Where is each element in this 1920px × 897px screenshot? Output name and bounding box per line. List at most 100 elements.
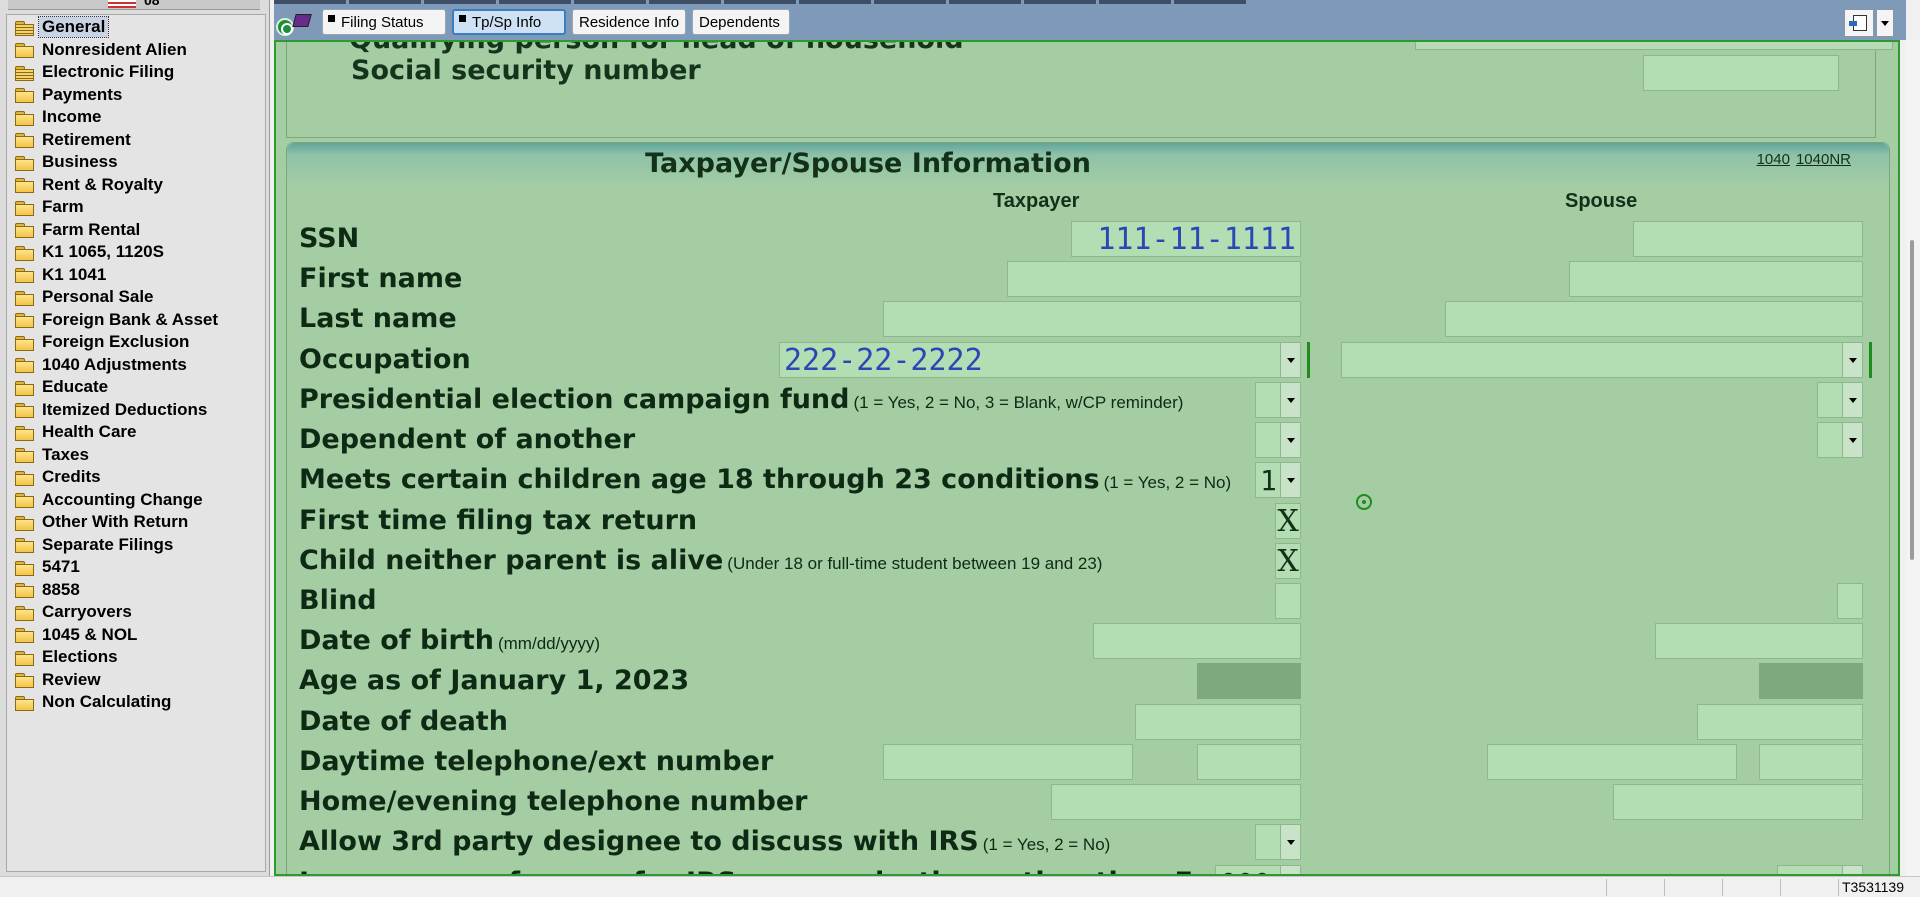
- sidebar-item-label: Separate Filings: [42, 534, 174, 554]
- sidebar-item-income[interactable]: Income: [7, 106, 265, 129]
- sidebar-item-label: Personal Sale: [42, 287, 154, 307]
- third-party-designee-combo[interactable]: [1255, 824, 1301, 860]
- sidebar-item-separate-filings[interactable]: Separate Filings: [7, 534, 265, 557]
- hoh-ssn-input[interactable]: [1643, 55, 1839, 91]
- qualifying-person-field[interactable]: [1415, 42, 1893, 50]
- folder-icon: [15, 448, 34, 464]
- first-time-filing-checkbox[interactable]: X: [1275, 503, 1301, 539]
- spouse-dob-input[interactable]: [1655, 623, 1863, 659]
- sidebar-item-carryovers[interactable]: Carryovers: [7, 601, 265, 624]
- sidebar-item-1040-adjustments[interactable]: 1040 Adjustments: [7, 354, 265, 377]
- sidebar-item-educate[interactable]: Educate: [7, 376, 265, 399]
- tab-residence-info[interactable]: Residence Info: [572, 9, 686, 35]
- sidebar-item-1045-nol[interactable]: 1045 & NOL: [7, 624, 265, 647]
- taxpayer-blind-checkbox[interactable]: [1275, 583, 1301, 619]
- taxpayer-language-combo[interactable]: 000: [1215, 865, 1301, 874]
- link-1040nr[interactable]: 1040NR: [1796, 151, 1851, 168]
- sidebar-item-8858[interactable]: 8858: [7, 579, 265, 602]
- link-1040[interactable]: 1040: [1757, 151, 1790, 168]
- sidebar-item-personal-sale[interactable]: Personal Sale: [7, 286, 265, 309]
- sidebar-item-nonresident-alien[interactable]: Nonresident Alien: [7, 39, 265, 62]
- taxpayer-phone-ext-input[interactable]: [1197, 744, 1301, 780]
- spouse-first-name-input[interactable]: [1569, 261, 1863, 297]
- sidebar-item-business[interactable]: Business: [7, 151, 265, 174]
- tab-dependents[interactable]: Dependents: [692, 9, 790, 35]
- chevron-down-icon[interactable]: [1280, 343, 1300, 377]
- spouse-dod-input[interactable]: [1697, 704, 1863, 740]
- folder-icon: [15, 628, 34, 644]
- head-of-household-section: Qualifying person for head of household …: [286, 42, 1893, 138]
- sidebar-item-label: Income: [42, 107, 102, 127]
- tab-tp-sp-info[interactable]: Tp/Sp Info: [452, 9, 566, 35]
- sidebar-item-review[interactable]: Review: [7, 669, 265, 692]
- chevron-down-icon[interactable]: [1280, 383, 1300, 417]
- spouse-dependent-combo[interactable]: [1817, 422, 1863, 458]
- view-form-button[interactable]: [1844, 9, 1874, 37]
- sidebar-item-accounting-change[interactable]: Accounting Change: [7, 489, 265, 512]
- folder-icon: [15, 133, 34, 149]
- sidebar-item-foreign-bank-asset[interactable]: Foreign Bank & Asset: [7, 309, 265, 332]
- spouse-blind-checkbox[interactable]: [1837, 583, 1863, 619]
- sidebar-item-farm[interactable]: Farm: [7, 196, 265, 219]
- year-selector[interactable]: 08: [8, 0, 260, 10]
- spouse-home-phone-input[interactable]: [1613, 784, 1863, 820]
- chevron-down-icon[interactable]: [1280, 825, 1300, 859]
- chevron-down-icon[interactable]: [1842, 423, 1862, 457]
- sidebar-item-non-calculating[interactable]: Non Calculating: [7, 691, 265, 714]
- app-logo-icon[interactable]: [276, 12, 314, 38]
- sidebar-item-farm-rental[interactable]: Farm Rental: [7, 219, 265, 242]
- sidebar-item-general[interactable]: General: [7, 16, 265, 39]
- spouse-presidential-campaign-combo[interactable]: [1817, 382, 1863, 418]
- taxpayer-first-name-input[interactable]: [1007, 261, 1301, 297]
- folder-icon: [15, 358, 34, 374]
- panel-title: Taxpayer/Spouse Information: [645, 148, 1091, 179]
- spouse-age-field: [1759, 663, 1863, 699]
- spouse-occupation-combo[interactable]: [1341, 342, 1863, 378]
- sidebar-item-elections[interactable]: Elections: [7, 646, 265, 669]
- spouse-last-name-input[interactable]: [1445, 301, 1863, 337]
- home-phone-label: Home/evening telephone number: [299, 786, 808, 817]
- spouse-phone-ext-input[interactable]: [1759, 744, 1863, 780]
- sidebar-item-other-with-return[interactable]: Other With Return: [7, 511, 265, 534]
- taxpayer-dependent-combo[interactable]: [1255, 422, 1301, 458]
- chevron-down-icon[interactable]: [1280, 866, 1300, 874]
- taxpayer-presidential-campaign-combo[interactable]: [1255, 382, 1301, 418]
- sidebar-item-rent-royalty[interactable]: Rent & Royalty: [7, 174, 265, 197]
- sidebar-item-retirement[interactable]: Retirement: [7, 129, 265, 152]
- chevron-down-icon[interactable]: [1280, 463, 1300, 497]
- chevron-down-icon[interactable]: [1280, 423, 1300, 457]
- form-view-icon: [1849, 15, 1867, 31]
- taxpayer-dod-input[interactable]: [1135, 704, 1301, 740]
- app-window: 08 General Nonresident Alien Electronic Fi…: [0, 0, 1920, 897]
- chevron-down-icon[interactable]: [1842, 343, 1862, 377]
- taxpayer-ssn-input[interactable]: 111-11-1111: [1071, 221, 1301, 257]
- sidebar-item-electronic-filing[interactable]: Electronic Filing: [7, 61, 265, 84]
- vertical-scrollbar[interactable]: [1906, 40, 1920, 876]
- chevron-down-icon[interactable]: [1842, 383, 1862, 417]
- spouse-daytime-phone-input[interactable]: [1487, 744, 1737, 780]
- spouse-ssn-input[interactable]: [1633, 221, 1863, 257]
- sidebar-item-health-care[interactable]: Health Care: [7, 421, 265, 444]
- spouse-language-combo[interactable]: [1777, 865, 1863, 874]
- view-options-dropdown[interactable]: [1876, 9, 1894, 37]
- taxpayer-last-name-input[interactable]: [883, 301, 1301, 337]
- taxpayer-children-18-23-combo[interactable]: 1: [1255, 462, 1301, 498]
- sidebar-item-taxes[interactable]: Taxes: [7, 444, 265, 467]
- last-name-label: Last name: [299, 303, 457, 334]
- sidebar-item-k1-1041[interactable]: K1 1041: [7, 264, 265, 287]
- taxpayer-daytime-phone-input[interactable]: [883, 744, 1133, 780]
- scrollbar-thumb[interactable]: [1910, 240, 1914, 560]
- sidebar-item-5471[interactable]: 5471: [7, 556, 265, 579]
- sidebar-item-payments[interactable]: Payments: [7, 84, 265, 107]
- folder-icon: [15, 178, 34, 194]
- sidebar-item-foreign-exclusion[interactable]: Foreign Exclusion: [7, 331, 265, 354]
- tab-filing-status[interactable]: Filing Status: [322, 9, 446, 35]
- sidebar-item-credits[interactable]: Credits: [7, 466, 265, 489]
- taxpayer-home-phone-input[interactable]: [1051, 784, 1301, 820]
- child-neither-parent-checkbox[interactable]: X: [1275, 543, 1301, 579]
- sidebar-item-k1-1065-1120s[interactable]: K1 1065, 1120S: [7, 241, 265, 264]
- chevron-down-icon[interactable]: [1842, 866, 1862, 874]
- taxpayer-dob-input[interactable]: [1093, 623, 1301, 659]
- taxpayer-occupation-combo[interactable]: 222-22-2222: [779, 342, 1301, 378]
- sidebar-item-itemized-deductions[interactable]: Itemized Deductions: [7, 399, 265, 422]
